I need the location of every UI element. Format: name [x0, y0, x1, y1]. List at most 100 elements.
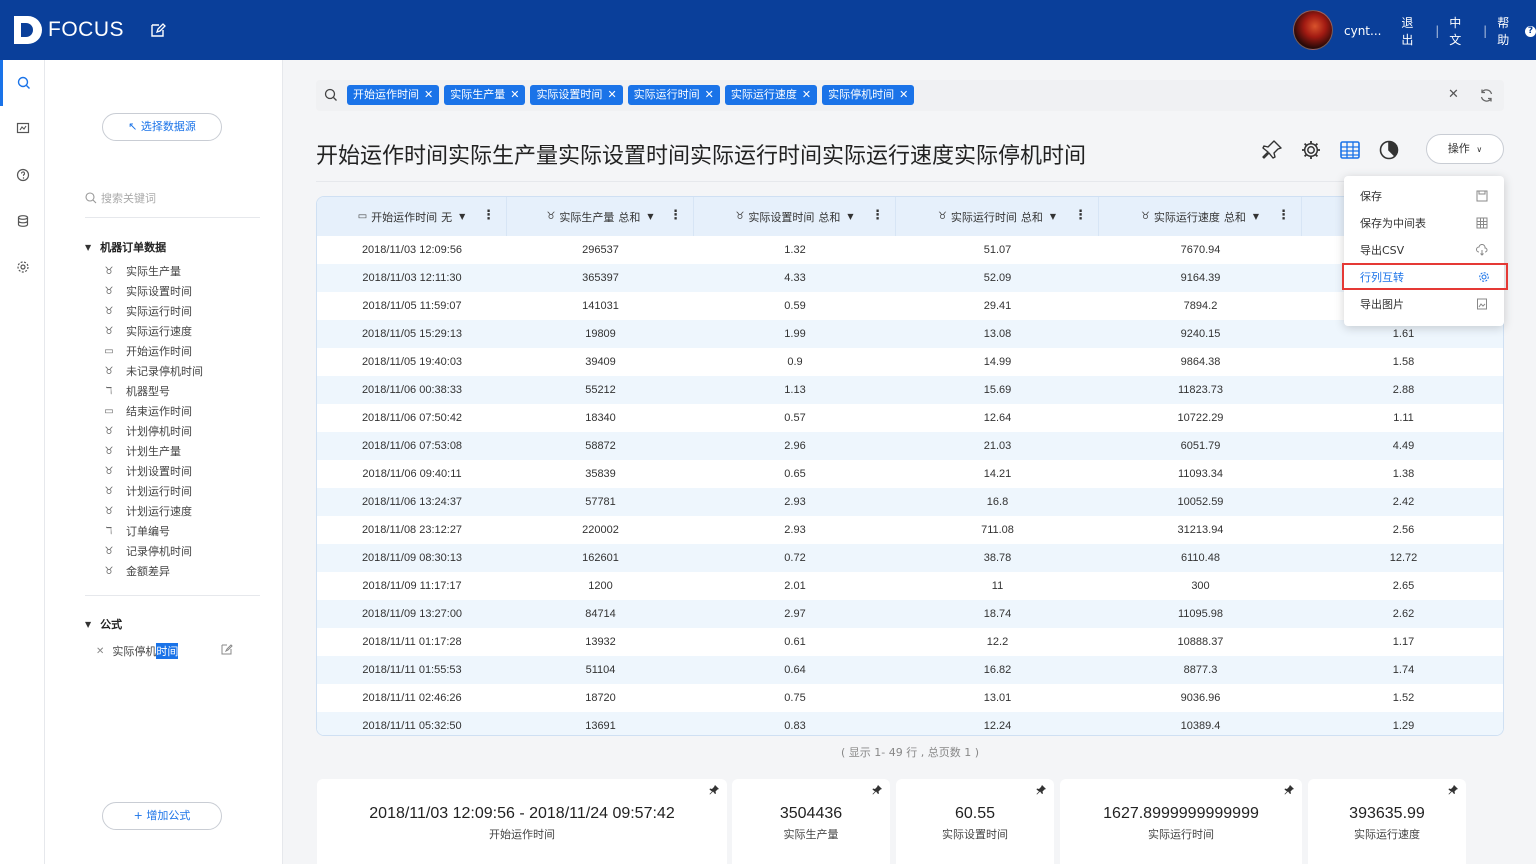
remove-chip-icon[interactable]: ✕ — [510, 88, 519, 101]
add-formula-button[interactable]: + 增加公式 — [102, 802, 222, 830]
rail-pinboard[interactable] — [0, 106, 45, 152]
remove-chip-icon[interactable]: ✕ — [424, 88, 433, 101]
formula-item[interactable]: ✕ 实际停机 时间 — [96, 643, 236, 659]
column-item[interactable]: ▭ 开始运作时间 — [102, 341, 203, 361]
search-chip[interactable]: 实际运行速度 ✕ — [724, 85, 818, 105]
remove-chip-icon[interactable]: ✕ — [899, 88, 908, 101]
sort-caret-icon[interactable]: ▼ — [1050, 212, 1056, 221]
table-view-icon[interactable] — [1339, 139, 1361, 161]
sort-caret-icon[interactable]: ▼ — [459, 212, 465, 221]
column-item[interactable]: ♉ 实际生产量 — [102, 261, 203, 281]
rail-help[interactable] — [0, 152, 45, 198]
pin-icon[interactable] — [1261, 139, 1283, 161]
more-options-icon[interactable]: ⋮ — [482, 209, 495, 222]
table-row[interactable]: 2018/11/09 13:27:00 84714 2.97 18.74 11095.9… — [317, 600, 1503, 628]
column-item[interactable]: ♉ 计划运行时间 — [102, 481, 203, 501]
menu-item[interactable]: 保存 — [1344, 182, 1504, 209]
table-row[interactable]: 2018/11/05 15:29:13 19809 1.99 13.08 9240.15… — [317, 320, 1503, 348]
logout-link[interactable]: 退出 — [1401, 14, 1425, 48]
table-row[interactable]: 2018/11/11 05:32:50 13691 0.83 12.24 10389.4… — [317, 712, 1503, 735]
column-item[interactable]: ♉ 未记录停机时间 — [102, 361, 203, 381]
pin-icon[interactable] — [1448, 785, 1458, 795]
pin-icon[interactable] — [1284, 785, 1294, 795]
sort-caret-icon[interactable]: ▼ — [847, 212, 853, 221]
search-chip[interactable]: 开始运作时间 ✕ — [347, 85, 440, 105]
aggregation-label[interactable]: 总和 — [618, 209, 640, 225]
remove-chip-icon[interactable]: ✕ — [705, 88, 714, 101]
avatar[interactable] — [1293, 10, 1333, 50]
more-options-icon[interactable]: ⋮ — [1074, 209, 1087, 222]
column-item[interactable]: ℸ 订单编号 — [102, 521, 203, 541]
search-chip[interactable]: 实际停机时间 ✕ — [822, 85, 915, 105]
table-row[interactable]: 2018/11/06 13:24:37 57781 2.93 16.8 10052.59… — [317, 488, 1503, 516]
help-icon[interactable]: ? — [1525, 25, 1536, 37]
aggregation-label[interactable]: 总和 — [1224, 209, 1246, 225]
collapse-triangle-icon[interactable]: ▼ — [85, 243, 91, 252]
table-row[interactable]: 2018/11/05 11:59:07 141031 0.59 29.41 7894.2 — [317, 292, 1503, 320]
menu-item[interactable]: 导出CSV — [1344, 236, 1504, 263]
table-row[interactable]: 2018/11/09 08:30:13 162601 0.72 38.78 6110.4… — [317, 544, 1503, 572]
menu-item[interactable]: 保存为中间表 — [1344, 209, 1504, 236]
column-item[interactable]: ℸ 机器型号 — [102, 381, 203, 401]
more-options-icon[interactable]: ⋮ — [669, 209, 682, 222]
column-header[interactable]: ▭ 开始运作时间无 ▼ ⋮ — [317, 197, 507, 236]
remove-chip-icon[interactable]: ✕ — [607, 88, 616, 101]
summary-card[interactable]: 2018/11/03 12:09:56 - 2018/11/24 09:57:4… — [317, 779, 727, 864]
remove-chip-icon[interactable]: ✕ — [802, 88, 811, 101]
formula-group-title[interactable]: ▼ 公式 — [85, 616, 122, 632]
table-row[interactable]: 2018/11/11 02:46:26 18720 0.75 13.01 9036.96… — [317, 684, 1503, 712]
column-item[interactable]: ♉ 金额差异 — [102, 561, 203, 581]
search-bar[interactable]: 开始运作时间 ✕ 实际生产量 ✕ 实际设置时间 ✕ 实际运行时间 ✕ 实际运行速度 ✕ 实际停机时间… — [316, 80, 1504, 111]
sidebar-search[interactable]: 搜索关键词 — [85, 188, 260, 208]
pin-icon[interactable] — [872, 785, 882, 795]
table-row[interactable]: 2018/11/11 01:17:28 13932 0.61 12.2 10888.37… — [317, 628, 1503, 656]
refresh-icon[interactable] — [1479, 88, 1494, 103]
column-item[interactable]: ♉ 记录停机时间 — [102, 541, 203, 561]
column-item[interactable]: ♉ 计划生产量 — [102, 441, 203, 461]
column-item[interactable]: ♉ 计划运行速度 — [102, 501, 203, 521]
table-row[interactable]: 2018/11/05 19:40:03 39409 0.9 14.99 9864.38 1… — [317, 348, 1503, 376]
summary-card[interactable]: 1627.8999999999999 实际运行时间 — [1060, 779, 1302, 864]
rail-data[interactable] — [0, 198, 45, 244]
table-row[interactable]: 2018/11/03 12:11:30 365397 4.33 52.09 9164.3… — [317, 264, 1503, 292]
search-chip[interactable]: 实际设置时间 ✕ — [530, 85, 623, 105]
operate-button[interactable]: 操作 ∨ — [1426, 134, 1504, 164]
table-row[interactable]: 2018/11/03 12:09:56 296537 1.32 51.07 7670.9… — [317, 236, 1503, 264]
more-options-icon[interactable]: ⋮ — [1277, 209, 1290, 222]
edit-icon[interactable] — [150, 22, 166, 38]
summary-card[interactable]: 393635.99 实际运行速度 — [1308, 779, 1466, 864]
column-item[interactable]: ♉ 实际设置时间 — [102, 281, 203, 301]
select-data-source-button[interactable]: ↖ 选择数据源 — [102, 113, 222, 141]
menu-item[interactable]: 行列互转 — [1342, 263, 1508, 290]
user-name[interactable]: cynt... — [1344, 24, 1381, 38]
help-link[interactable]: 帮助 — [1497, 14, 1521, 48]
collapse-triangle-icon[interactable]: ▼ — [85, 620, 91, 629]
rail-search[interactable] — [0, 60, 45, 106]
table-row[interactable]: 2018/11/09 11:17:17 1200 2.01 11 300 2.65 — [317, 572, 1503, 600]
summary-card[interactable]: 60.55 实际设置时间 — [896, 779, 1054, 864]
aggregation-label[interactable]: 无 — [441, 209, 452, 225]
table-row[interactable]: 2018/11/08 23:12:27 220002 2.93 711.08 31213… — [317, 516, 1503, 544]
column-header[interactable]: ♉ 实际运行时间 总和 ▼ ⋮ — [896, 197, 1099, 236]
language-switch[interactable]: 中文 — [1449, 14, 1473, 48]
table-row[interactable]: 2018/11/06 07:50:42 18340 0.57 12.64 10722.2… — [317, 404, 1503, 432]
column-header[interactable]: ♉ 实际设置时间 总和 ▼ ⋮ — [694, 197, 896, 236]
search-chip[interactable]: 实际生产量 ✕ — [444, 85, 526, 105]
column-item[interactable]: ♉ 计划设置时间 — [102, 461, 203, 481]
sort-caret-icon[interactable]: ▼ — [1253, 212, 1259, 221]
column-header[interactable]: ♉ 实际运行速度 总和 ▼ ⋮ — [1099, 197, 1302, 236]
clear-search-icon[interactable]: ✕ — [1448, 87, 1459, 102]
pin-icon[interactable] — [709, 785, 719, 795]
rail-settings[interactable] — [0, 244, 45, 290]
column-item[interactable]: ♉ 实际运行速度 — [102, 321, 203, 341]
search-chip[interactable]: 实际运行时间 ✕ — [627, 85, 720, 105]
more-options-icon[interactable]: ⋮ — [871, 209, 884, 222]
table-group-title[interactable]: ▼ 机器订单数据 — [85, 239, 166, 255]
menu-item[interactable]: 导出图片 — [1344, 290, 1504, 317]
logo[interactable]: FOCUS — [14, 14, 124, 46]
edit-icon[interactable] — [221, 643, 233, 655]
table-row[interactable]: 2018/11/06 00:38:33 55212 1.13 15.69 11823.7… — [317, 376, 1503, 404]
sort-caret-icon[interactable]: ▼ — [647, 212, 653, 221]
settings-icon[interactable] — [1300, 139, 1322, 161]
remove-icon[interactable]: ✕ — [96, 646, 104, 657]
